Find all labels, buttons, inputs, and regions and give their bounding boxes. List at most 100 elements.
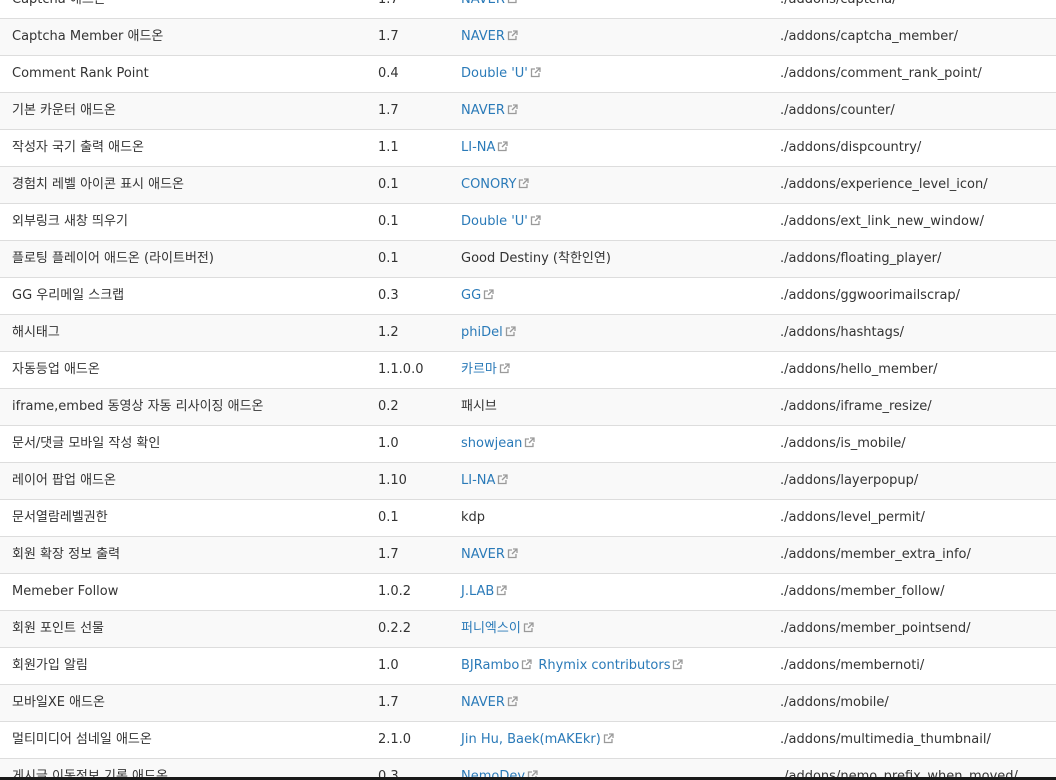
author-link-label: Jin Hu, Baek(mAKEkr) <box>461 732 601 747</box>
author-link[interactable]: GG <box>461 288 494 303</box>
external-link-icon <box>672 659 684 670</box>
author-link-label: NAVER <box>461 547 505 562</box>
author-text: 패시브 <box>461 399 497 414</box>
author-link-label: showjean <box>461 436 523 451</box>
author-link[interactable]: NAVER <box>461 695 518 710</box>
author-text: kdp <box>461 510 486 525</box>
addon-name: Captcha 애드온 <box>12 0 106 18</box>
addon-version: 0.1 <box>378 510 399 525</box>
addon-path: ./addons/counter/ <box>780 103 895 118</box>
author-link[interactable]: NAVER <box>461 103 518 118</box>
external-link-icon <box>507 548 518 559</box>
addon-version: 1.1.0.0 <box>378 362 424 377</box>
external-link-icon <box>524 437 536 448</box>
table-row: 경험치 레벨 아이콘 표시 애드온 0.1 CONORY ./addons/exper… <box>0 166 1056 203</box>
author-link[interactable]: NAVER <box>461 547 518 562</box>
external-link-icon <box>505 326 516 337</box>
author-link[interactable]: LI-NA <box>461 140 509 155</box>
author-link[interactable]: LI-NA <box>461 473 509 488</box>
table-row: Memeber Follow 1.0.2 J.LAB ./addons/member_… <box>0 573 1056 610</box>
addon-version: 0.1 <box>378 251 399 266</box>
author-link-label: J.LAB <box>461 584 495 599</box>
author-link[interactable]: showjean <box>461 436 536 451</box>
table-row: 멀티미디어 섬네일 애드온 2.1.0 Jin Hu, Baek(mAKEkr) ./… <box>0 721 1056 758</box>
table-row: Captcha 애드온 1.7 NAVER ./addons/captcha/ <box>0 0 1056 18</box>
addon-version: 0.1 <box>378 177 399 192</box>
author-link[interactable]: CONORY <box>461 177 530 192</box>
addon-name: 문서열람레벨권한 <box>12 510 108 525</box>
addon-path: ./addons/comment_rank_point/ <box>780 66 982 81</box>
addon-version: 0.2.2 <box>378 621 412 636</box>
addon-path: ./addons/multimedia_thumbnail/ <box>780 732 991 747</box>
table-row: 플로팅 플레이어 애드온 (라이트버전) 0.1 Good Destiny (착한인… <box>0 240 1056 277</box>
external-link-icon <box>530 215 541 226</box>
addon-version: 1.7 <box>378 547 399 562</box>
external-link-icon <box>496 585 507 596</box>
addon-version: 2.1.0 <box>378 732 412 747</box>
addon-author: NAVER <box>461 685 518 721</box>
table-row: 기본 카운터 애드온 1.7 NAVER ./addons/counter/ <box>0 92 1056 129</box>
addon-path: ./addons/membernoti/ <box>780 658 925 673</box>
author-link[interactable]: Double 'U' <box>461 214 541 229</box>
author-link[interactable]: 카르마 <box>461 362 510 377</box>
addon-name: GG 우리메일 스크랩 <box>12 288 125 303</box>
table-row: 외부링크 새창 띄우기 0.1 Double 'U' ./addons/ext_lin… <box>0 203 1056 240</box>
addon-author: Double 'U' <box>461 204 541 240</box>
addon-name: 해시태그 <box>12 325 60 340</box>
addon-author: 카르마 <box>461 352 510 388</box>
external-link-icon <box>603 733 614 744</box>
author-link[interactable]: NAVER <box>461 29 518 44</box>
table-row: 문서열람레벨권한 0.1 kdp ./addons/level_permit/ <box>0 499 1056 536</box>
author-link[interactable]: NAVER <box>461 0 518 7</box>
addon-path: ./addons/level_permit/ <box>780 510 925 525</box>
external-link-icon <box>497 474 509 485</box>
author-link-label: phiDel <box>461 325 503 340</box>
addon-version: 0.4 <box>378 66 399 81</box>
addon-name: Memeber Follow <box>12 584 119 599</box>
addon-path: ./addons/hello_member/ <box>780 362 938 377</box>
external-link-icon <box>483 289 494 300</box>
external-link-icon <box>507 696 518 707</box>
author-link[interactable]: Double 'U' <box>461 66 541 81</box>
addon-name: Comment Rank Point <box>12 66 149 81</box>
table-row: Captcha Member 애드온 1.7 NAVER ./addons/captc… <box>0 18 1056 55</box>
addon-author: Jin Hu, Baek(mAKEkr) <box>461 722 614 758</box>
author-link[interactable]: Jin Hu, Baek(mAKEkr) <box>461 732 614 747</box>
author-link[interactable]: J.LAB <box>461 584 507 599</box>
addon-author: NAVER <box>461 19 518 55</box>
table-row: 회원가입 알림 1.0 BJRambo Rhymix contributors ./ad… <box>0 647 1056 684</box>
author-link[interactable]: 퍼니엑스이 <box>461 621 534 636</box>
author-link-label: NAVER <box>461 0 505 7</box>
addon-list-table: Captcha 애드온 1.7 NAVER ./addons/captcha/Capt… <box>0 0 1056 780</box>
addon-version: 1.7 <box>378 695 399 710</box>
addon-name: 회원 포인트 선물 <box>12 621 104 636</box>
addon-name: 레이어 팝업 애드온 <box>12 473 116 488</box>
author-link-label: NAVER <box>461 29 505 44</box>
table-row: GG 우리메일 스크랩 0.3 GG ./addons/ggwoorimailscra… <box>0 277 1056 314</box>
addon-version: 1.2 <box>378 325 399 340</box>
author-link[interactable]: Rhymix contributors <box>538 658 684 673</box>
table-row: 작성자 국기 출력 애드온 1.1 LI-NA ./addons/dispcountr… <box>0 129 1056 166</box>
addon-name: 외부링크 새창 띄우기 <box>12 214 128 229</box>
addon-name: 플로팅 플레이어 애드온 (라이트버전) <box>12 251 214 266</box>
addon-author: showjean <box>461 426 536 462</box>
addon-path: ./addons/member_pointsend/ <box>780 621 971 636</box>
addon-path: ./addons/ext_link_new_window/ <box>780 214 984 229</box>
addon-version: 1.7 <box>378 103 399 118</box>
addon-version: 1.1 <box>378 140 399 155</box>
addon-path: ./addons/hashtags/ <box>780 325 905 340</box>
author-link-label: 카르마 <box>461 362 497 377</box>
addon-version: 1.7 <box>378 0 399 18</box>
addon-name: 멀티미디어 섬네일 애드온 <box>12 732 152 747</box>
author-link-label: 퍼니엑스이 <box>461 621 521 636</box>
author-link[interactable]: phiDel <box>461 325 516 340</box>
table-row: 문서/댓글 모바일 작성 확인 1.0 showjean ./addons/is_mo… <box>0 425 1056 462</box>
addon-name: 모바일XE 애드온 <box>12 695 106 710</box>
addon-path: ./addons/dispcountry/ <box>780 140 922 155</box>
addon-name: iframe,embed 동영상 자동 리사이징 애드온 <box>12 399 264 414</box>
author-link-label: Double 'U' <box>461 214 528 229</box>
external-link-icon <box>523 622 534 633</box>
author-link[interactable]: BJRambo <box>461 658 532 673</box>
addon-version: 1.0 <box>378 658 399 673</box>
addon-version: 1.10 <box>378 473 407 488</box>
